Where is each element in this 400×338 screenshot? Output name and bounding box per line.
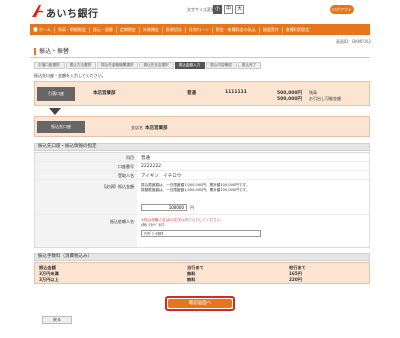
font-size-label: 文字サイズ変更 (187, 7, 215, 12)
requester-notes: ※振込依頼人名は20文字以内で入力してください。 (例) ﾜﾀﾅﾍﾞ ﾀﾛｳ (141, 218, 224, 228)
font-size-medium-button[interactable]: 中 (224, 5, 233, 14)
from-type: 普通 (187, 91, 196, 96)
nav-foreign-deposit[interactable]: 外貨預金 (140, 26, 163, 33)
from-available: 500,000円 (277, 97, 302, 102)
to-branch-label: 支店名 (131, 125, 143, 130)
requester-example: (例) ﾜﾀﾅﾍﾞ ﾀﾛｳ (141, 223, 165, 227)
bank-name: あいち銀行 (46, 9, 99, 20)
row-requester: 振込依頼人名 ※振込依頼人名は20文字以内で入力してください。 (例) ﾜﾀﾅﾍ… (35, 215, 369, 247)
subject-value: 普通 (141, 156, 150, 161)
step-2: 振込方法選択 (65, 62, 97, 69)
nav-investment[interactable]: 投資信託 (163, 26, 186, 33)
transfer-form: 科目 普通 口座番号 2222222 受取人名 アイギン イチロウ 【必須】振込… (34, 152, 370, 248)
step-6: 振込内容確認 (206, 62, 237, 69)
title-divider (30, 57, 370, 58)
nav-home-label: ホーム (39, 26, 51, 32)
account-value: 2222222 (141, 164, 162, 169)
amount-input[interactable] (141, 204, 187, 211)
logout-button[interactable]: ログアウト (330, 5, 354, 14)
nav-transfer[interactable]: 振込・振替 (90, 26, 117, 33)
font-size-large-button[interactable]: 大 (235, 5, 244, 14)
fee-other-2: 220円 (289, 277, 302, 282)
amount-label: 振込金額 (118, 184, 134, 189)
row-subject: 科目 普通 (35, 153, 369, 162)
recipient-value: アイギン イチロウ (141, 174, 182, 179)
from-number: 1111111 (225, 90, 247, 95)
down-arrow-icon (49, 108, 61, 115)
fee-own-2: 無料 (187, 277, 196, 282)
amount-note-account: 振替限度額は、一日限度額1,000,000円、累計額100,000円です。 (141, 188, 250, 192)
nav-tax-payment[interactable]: 税金・各種料金の払込 (213, 26, 260, 33)
step-4: 振込先支店選択 (139, 62, 174, 69)
font-size-small-button[interactable]: 小 (213, 5, 222, 14)
fee-table: 振込金額 当行あて 他行あて 3万円未満 無料 165円 3万円以上 無料 22… (34, 262, 370, 284)
fee-range-2: 3万円以上 (39, 277, 59, 282)
transfer-summary: 引落口座 本店営業部 普通 1111111 500,000円 残高 500,00… (34, 81, 370, 137)
nav-time-deposit[interactable]: 定期預金 (117, 26, 140, 33)
page-title: 振込・振替 (34, 48, 69, 55)
to-account-box: 振込先口座 支店名 本店営業部 (34, 116, 370, 137)
nav-home[interactable]: ホーム (30, 26, 55, 33)
confirm-button[interactable]: 確認画面へ (165, 296, 235, 311)
global-nav: ホーム 残高・明細照会 振込・振替 定期預金 外貨預金 投資信託 住宅ローン 税… (30, 24, 370, 35)
amount-unit: 円 (190, 205, 194, 210)
bank-logo[interactable]: あいち銀行 (30, 4, 100, 20)
nav-notifications[interactable]: 諸届受付 (260, 26, 283, 33)
form-section-header: 振込先口座・振込情報の指定 (34, 143, 370, 151)
step-1: 引落口座選択 (34, 62, 65, 69)
nav-settings[interactable]: 各種利用設定 (283, 27, 313, 33)
logo-mark-icon (32, 5, 44, 17)
nav-mortgage[interactable]: 住宅ローン (186, 26, 213, 33)
from-branch: 本店営業部 (93, 91, 116, 96)
page: あいち銀行 文字サイズ変更 小 中 大 ログアウト ホーム 残高・明細照会 振込… (0, 0, 400, 338)
fee-section-header: 振込手数料（消費税込み） (34, 253, 370, 261)
requester-name-input[interactable] (141, 230, 261, 237)
to-account-label: 振込先口座 (37, 121, 85, 133)
amount-label-cell: 【必須】振込金額 (35, 180, 137, 214)
screen-id: 画面ID：BKMF002 (336, 39, 372, 44)
back-button[interactable]: 戻る (42, 316, 72, 324)
to-branch: 本店営業部 (145, 126, 168, 131)
step-breadcrumb: 引落口座選択 振込方法選択 振込先金融機関選択 振込先支店選択 振込金額入力 振… (34, 62, 262, 69)
row-account: 口座番号 2222222 (35, 162, 369, 171)
row-recipient: 受取人名 アイギン イチロウ (35, 171, 369, 180)
subject-label: 科目 (35, 153, 137, 161)
required-badge: 【必須】 (102, 184, 118, 189)
step-3: 振込先金融機関選択 (97, 62, 139, 69)
amount-notes: 振込限度額は、一日限度額1,000,000円、累計額100,000円です。 振替… (141, 183, 249, 193)
from-account-box: 引落口座 本店営業部 普通 1111111 500,000円 残高 500,00… (34, 81, 370, 106)
home-icon (33, 26, 38, 32)
recipient-label: 受取人名 (35, 171, 137, 179)
step-5-current: 振込金額入力 (174, 62, 206, 69)
step-7: 振込完了 (237, 62, 262, 69)
requester-label: 振込依頼人名 (35, 215, 137, 247)
header: あいち銀行 文字サイズ変更 小 中 大 ログアウト (0, 0, 400, 22)
nav-balance[interactable]: 残高・明細照会 (55, 26, 90, 33)
confirm-button-label: 確認画面へ (168, 299, 232, 308)
from-account-label: 引落口座 (37, 87, 75, 101)
instruction-text: 振込先口座・金額を入力してください。 (34, 73, 106, 78)
row-amount: 【必須】振込金額 振込限度額は、一日限度額1,000,000円、累計額100,0… (35, 180, 369, 215)
from-available-label: お引出し可能金額 (309, 96, 341, 101)
account-label: 口座番号 (35, 162, 137, 170)
